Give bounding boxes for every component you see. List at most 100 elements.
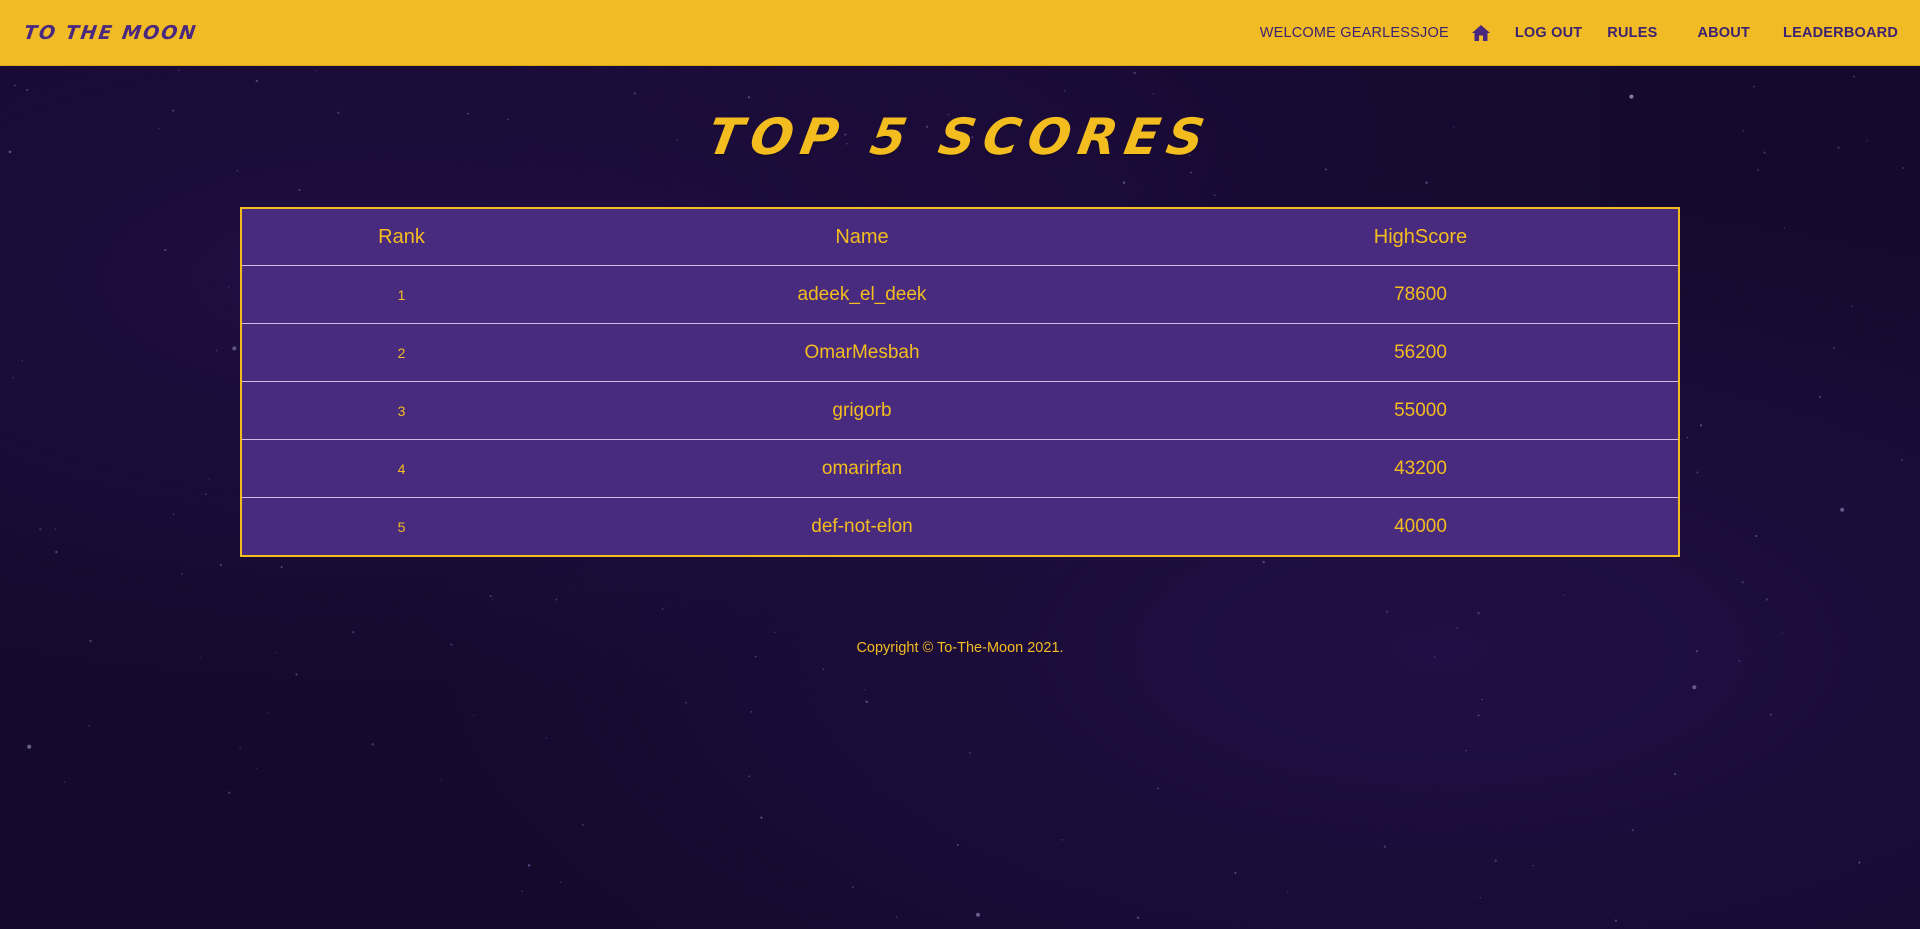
star	[555, 598, 558, 601]
table-row: 2 OmarMesbah 56200	[241, 323, 1679, 382]
star	[1532, 864, 1535, 867]
star	[351, 631, 355, 634]
star	[208, 478, 211, 480]
star	[177, 69, 180, 72]
table-row: 4 omarirfan 43200	[241, 439, 1679, 498]
star	[1765, 598, 1768, 601]
name-column-header: Name	[561, 208, 1163, 266]
nav-menu: WELCOME GEARLESSJOE LOG OUT RULES ABOUT …	[1260, 0, 1898, 66]
star	[1383, 845, 1387, 848]
star	[164, 248, 167, 252]
home-link[interactable]	[1471, 24, 1491, 42]
about-link[interactable]: ABOUT	[1697, 25, 1750, 41]
star	[895, 916, 898, 918]
star	[852, 886, 854, 888]
star	[492, 599, 494, 601]
rules-link[interactable]: RULES	[1607, 25, 1657, 41]
star	[298, 188, 301, 191]
star	[1262, 560, 1265, 564]
star	[1385, 610, 1389, 613]
star	[1324, 168, 1327, 171]
home-icon	[1471, 24, 1490, 41]
star	[1770, 713, 1773, 716]
star	[180, 573, 183, 575]
star	[1757, 169, 1760, 172]
star	[747, 96, 751, 99]
star	[489, 595, 492, 597]
star	[1840, 507, 1845, 512]
star	[1479, 897, 1482, 899]
star	[760, 816, 763, 819]
star	[822, 668, 824, 670]
star	[200, 656, 202, 659]
page-title: TOP 5 SCORES	[703, 108, 1217, 166]
score-cell: 40000	[1163, 497, 1679, 557]
rank-cell: 3	[241, 381, 561, 440]
star	[1629, 94, 1634, 99]
star	[63, 781, 66, 783]
rank-cell: 2	[241, 323, 561, 382]
star	[232, 346, 237, 351]
star	[13, 84, 16, 87]
name-cell: adeek_el_deek	[561, 265, 1163, 324]
leaderboard-link[interactable]: LEADERBOARD	[1783, 25, 1898, 41]
star	[1433, 656, 1436, 658]
star	[1061, 838, 1064, 841]
star	[55, 550, 58, 554]
name-cell: def-not-elon	[561, 497, 1163, 557]
star	[1614, 919, 1618, 922]
star	[661, 608, 664, 610]
star	[236, 169, 239, 172]
star	[1783, 227, 1786, 229]
table-row: 5 def-not-elon 40000	[241, 497, 1679, 557]
star	[865, 700, 868, 703]
star	[1133, 71, 1136, 75]
star	[295, 673, 298, 676]
star	[956, 844, 959, 846]
star	[545, 737, 547, 739]
star	[581, 823, 584, 826]
brand-logo[interactable]: TO THE MOON	[22, 22, 198, 44]
star	[1425, 181, 1428, 184]
score-column-header: HighScore	[1163, 208, 1679, 266]
rank-cell: 5	[241, 497, 561, 557]
star	[1692, 685, 1697, 690]
star	[1753, 85, 1756, 88]
star	[1851, 305, 1854, 307]
star	[1481, 698, 1483, 701]
star	[228, 791, 231, 794]
star	[1699, 424, 1703, 427]
rank-column-header: Rank	[241, 208, 561, 266]
score-cell: 56200	[1163, 323, 1679, 382]
star	[315, 70, 317, 72]
star	[1152, 93, 1155, 95]
star	[527, 864, 531, 867]
star	[560, 881, 562, 884]
star	[239, 747, 241, 749]
star	[1122, 181, 1126, 184]
score-cell: 55000	[1163, 381, 1679, 440]
star	[1696, 471, 1699, 474]
star	[1136, 916, 1140, 920]
star	[1213, 194, 1216, 197]
star	[88, 724, 91, 727]
score-cell: 43200	[1163, 439, 1679, 498]
rank-cell: 4	[241, 439, 561, 498]
rank-cell: 1	[241, 265, 561, 324]
star	[1902, 167, 1905, 169]
table-row: 3 grigorb 55000	[241, 381, 1679, 440]
logout-link[interactable]: LOG OUT	[1515, 25, 1582, 41]
name-cell: grigorb	[561, 381, 1163, 440]
star	[750, 710, 753, 713]
star	[774, 631, 776, 633]
star	[280, 566, 283, 568]
copyright-footer: Copyright © To-The-Moon 2021.	[856, 640, 1064, 656]
star	[27, 744, 32, 749]
star	[1858, 861, 1861, 864]
star	[26, 88, 29, 91]
star	[1563, 594, 1565, 596]
star	[1156, 787, 1159, 790]
name-cell: omarirfan	[561, 439, 1163, 498]
star	[1286, 890, 1289, 893]
star	[1818, 395, 1822, 399]
